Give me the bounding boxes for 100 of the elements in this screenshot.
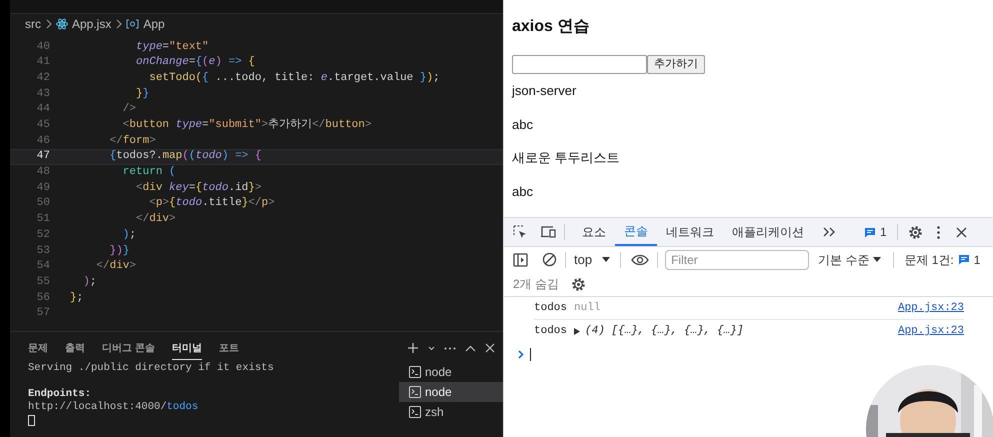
panel-tab[interactable]: 포트 bbox=[218, 336, 239, 360]
todo-item: json-server bbox=[512, 82, 576, 100]
message-icon bbox=[864, 226, 876, 238]
code-line: ); bbox=[82, 274, 96, 290]
eye-icon[interactable] bbox=[631, 254, 650, 266]
code-line: <div key={todo.id}> bbox=[135, 180, 262, 196]
add-terminal-icon[interactable] bbox=[407, 342, 419, 354]
line-number: 45 bbox=[36, 118, 51, 134]
code-line: <button type="submit">추가하기</button> bbox=[122, 118, 372, 134]
devtools-tab[interactable]: 애플리케이션 bbox=[723, 218, 813, 246]
terminal-icon bbox=[409, 386, 421, 398]
context-dropdown[interactable]: top bbox=[574, 250, 610, 270]
more-tabs-icon[interactable] bbox=[823, 227, 836, 237]
code-line: <p>{todo.title}</p> bbox=[148, 196, 275, 212]
breadcrumb-item[interactable]: src bbox=[25, 15, 41, 33]
close-icon[interactable] bbox=[956, 226, 967, 238]
more-icon[interactable] bbox=[444, 346, 456, 350]
code-line: </div> bbox=[95, 259, 136, 274]
log-value[interactable]: (4) [{…}, {…}, {…}, {…}] bbox=[585, 323, 744, 340]
line-number: 44 bbox=[36, 102, 51, 118]
device-icon[interactable] bbox=[540, 225, 556, 239]
chevron-down-icon[interactable] bbox=[428, 346, 435, 350]
chevron-right-icon bbox=[115, 19, 122, 29]
code-line: }; bbox=[70, 290, 84, 306]
clear-icon[interactable] bbox=[542, 252, 557, 267]
settings-icon[interactable] bbox=[908, 224, 923, 240]
log-value: null bbox=[574, 300, 600, 316]
dropdown-icon bbox=[602, 257, 610, 262]
code-line: </div> bbox=[135, 212, 176, 228]
line-number: 42 bbox=[36, 70, 51, 86]
terminal-item[interactable]: zsh bbox=[399, 402, 503, 422]
line-number: 52 bbox=[36, 228, 51, 243]
terminal-cursor bbox=[28, 415, 35, 426]
devtools-tab[interactable]: 콘솔 bbox=[615, 218, 657, 246]
terminal-line: Serving ./public directory if it exists bbox=[28, 362, 275, 375]
terminal-line: http://localhost:4000/todos bbox=[28, 401, 200, 414]
line-number: 55 bbox=[36, 274, 51, 290]
todo-item: 새로운 투두리스트 bbox=[512, 149, 620, 167]
source-link[interactable]: App.jsx:23 bbox=[898, 300, 964, 316]
issues-badge[interactable]: 1 bbox=[864, 223, 887, 241]
code-line: })} bbox=[108, 244, 130, 259]
log-label: todos bbox=[534, 324, 568, 340]
code-line: setTodo({ ...todo, title: e.target.value }); bbox=[148, 70, 440, 86]
terminal-line: Endpoints: bbox=[28, 388, 92, 401]
line-number: 43 bbox=[36, 86, 51, 102]
atom-icon bbox=[56, 18, 68, 30]
source-link[interactable]: App.jsx:23 bbox=[898, 323, 964, 340]
panel-tab[interactable]: 문제 bbox=[28, 336, 48, 360]
prompt-icon bbox=[518, 350, 524, 358]
line-number: 56 bbox=[36, 290, 51, 306]
inspect-icon[interactable] bbox=[513, 224, 528, 240]
page-heading: axios 연습 bbox=[512, 17, 590, 37]
line-number: 41 bbox=[36, 55, 51, 70]
line-number: 49 bbox=[36, 180, 51, 196]
log-label: todos bbox=[534, 300, 568, 316]
panel-tab[interactable]: 터미널 bbox=[172, 336, 202, 360]
message-icon bbox=[958, 254, 970, 265]
line-number: 48 bbox=[36, 165, 51, 180]
terminal-icon bbox=[409, 366, 421, 378]
line-number: 47 bbox=[36, 149, 51, 164]
code-line: {todos?.map((todo) => { bbox=[108, 149, 262, 164]
more-icon[interactable] bbox=[936, 226, 940, 238]
code-line: </form> bbox=[108, 134, 156, 149]
terminal-item[interactable]: node bbox=[399, 382, 503, 402]
breadcrumb-item[interactable]: App.jsx bbox=[72, 15, 112, 33]
close-icon[interactable] bbox=[485, 343, 495, 353]
maximize-icon[interactable] bbox=[465, 344, 476, 352]
line-number: 53 bbox=[36, 244, 51, 259]
code-line: ); bbox=[122, 228, 136, 243]
add-button[interactable]: 추가하기 bbox=[647, 55, 705, 74]
filter-field[interactable]: Filter bbox=[665, 250, 810, 270]
line-number: 50 bbox=[36, 196, 51, 212]
todo-item: abc bbox=[512, 116, 533, 134]
code-line: return ( bbox=[122, 165, 176, 180]
sidebar-icon[interactable] bbox=[513, 252, 528, 266]
todo-item: abc bbox=[512, 182, 533, 200]
code-line: type="text" bbox=[135, 40, 209, 55]
hidden-count: 2개 숨김 bbox=[513, 276, 560, 293]
level-dropdown[interactable]: 기본 수준 bbox=[818, 250, 882, 268]
issues-counter[interactable]: 문제 1건: 1 bbox=[904, 250, 980, 268]
line-number: 40 bbox=[36, 40, 51, 55]
dropdown-icon bbox=[873, 257, 882, 262]
symbol-icon bbox=[126, 19, 140, 29]
line-number: 57 bbox=[36, 306, 51, 322]
panel-tab[interactable]: 디버그 콘솔 bbox=[102, 336, 155, 360]
breadcrumb-item[interactable]: App bbox=[143, 15, 165, 33]
terminal-icon bbox=[409, 406, 421, 418]
chevron-right-icon bbox=[45, 19, 52, 29]
line-number: 46 bbox=[36, 134, 51, 149]
line-number: 54 bbox=[36, 259, 51, 274]
terminal-item[interactable]: node bbox=[399, 362, 503, 382]
line-number: 51 bbox=[36, 212, 51, 228]
code-line: /> bbox=[122, 102, 136, 118]
todo-input[interactable] bbox=[512, 55, 647, 74]
panel-tab[interactable]: 출력 bbox=[65, 336, 85, 360]
devtools-tab[interactable]: 네트워크 bbox=[657, 218, 723, 246]
settings-icon[interactable] bbox=[571, 276, 586, 292]
expand-icon[interactable] bbox=[574, 328, 580, 335]
code-line: }} bbox=[135, 86, 150, 102]
devtools-tab[interactable]: 요소 bbox=[573, 218, 615, 246]
